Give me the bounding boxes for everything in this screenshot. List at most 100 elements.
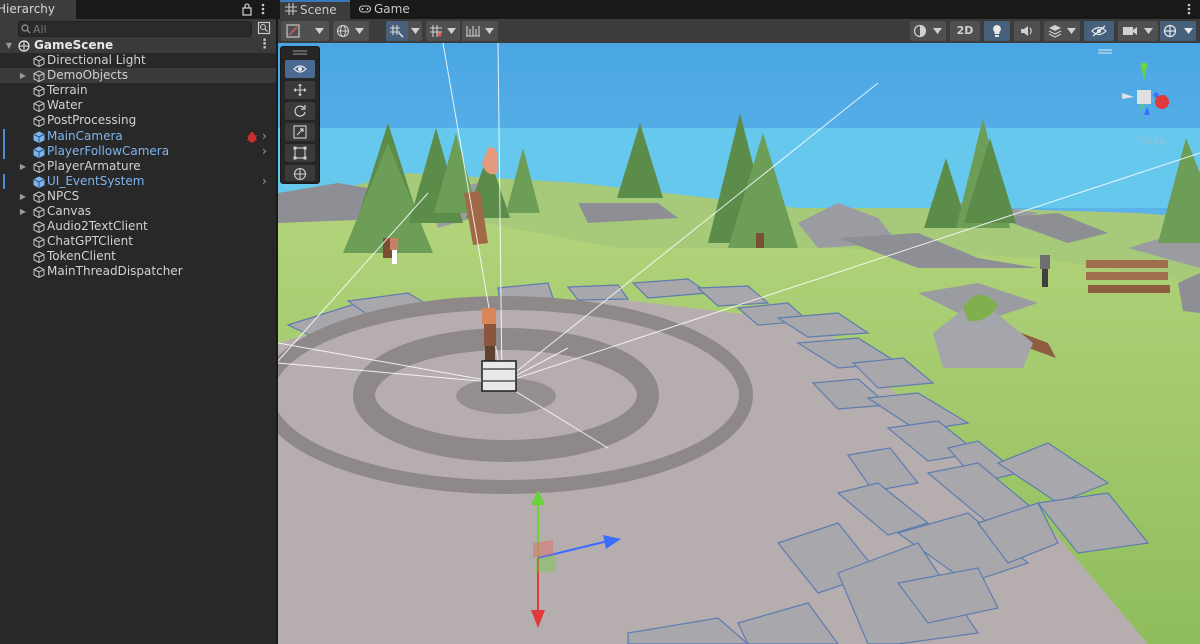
gizmo-icon	[1163, 24, 1177, 38]
expand-arrow-icon[interactable]: ▼	[4, 38, 14, 53]
gameobject-cube-icon	[33, 266, 45, 279]
hierarchy-item-label: DemoObjects	[47, 68, 128, 83]
expand-arrow-icon[interactable]: ▶	[18, 204, 28, 219]
gamepad-icon	[359, 5, 371, 13]
hierarchy-item[interactable]: ChatGPTClient	[0, 234, 276, 249]
hierarchy-search-row	[0, 19, 276, 38]
hierarchy-panel: Hierarchy ▼ GameScene ⋮ Directional Light ▶ D…	[0, 0, 276, 644]
hierarchy-tabbar: Hierarchy	[0, 0, 276, 19]
more-options-icon[interactable]	[258, 2, 268, 16]
override-marker	[3, 173, 5, 189]
gizmos-button[interactable]	[1160, 21, 1196, 41]
hierarchy-item-label: Terrain	[47, 83, 88, 98]
expand-arrow-icon[interactable]: ▶	[18, 189, 28, 204]
hierarchy-search[interactable]	[18, 21, 252, 37]
hierarchy-item-label: PostProcessing	[47, 113, 137, 128]
hierarchy-item-label: Canvas	[47, 204, 92, 219]
hierarchy-item[interactable]: ▶ PlayerArmature	[0, 159, 276, 174]
prefab-cube-icon	[33, 176, 45, 188]
scene-viewport[interactable]: Persp	[278, 43, 1200, 644]
lock-icon[interactable]	[241, 2, 253, 16]
prefab-cube-icon	[33, 131, 45, 143]
hierarchy-item[interactable]: MainCamera ›	[0, 128, 276, 144]
gameobject-cube-icon	[33, 115, 45, 128]
open-prefab-icon[interactable]: ›	[262, 129, 272, 144]
hierarchy-item-label: TokenClient	[47, 249, 116, 264]
hierarchy-item-label: Water	[47, 98, 83, 113]
snap-options-button[interactable]	[408, 21, 422, 41]
gameobject-cube-icon	[33, 85, 45, 98]
chevron-down-icon	[355, 28, 364, 34]
hierarchy-item[interactable]: Audio2TextClient	[0, 219, 276, 234]
hierarchy-item[interactable]: Water	[0, 98, 276, 113]
grid-snap-button[interactable]	[426, 21, 460, 41]
brush-icon	[286, 24, 300, 38]
bench	[1086, 260, 1170, 293]
gameobject-cube-icon	[33, 70, 45, 83]
hierarchy-item[interactable]: MainThreadDispatcher	[0, 264, 276, 279]
transform-tool[interactable]	[285, 165, 315, 181]
filter-icon[interactable]	[257, 21, 271, 35]
expand-arrow-icon[interactable]: ▶	[18, 159, 28, 174]
grid-icon	[285, 3, 297, 15]
grid-icon	[430, 25, 442, 37]
hierarchy-item-label: NPCS	[47, 188, 80, 203]
open-prefab-icon[interactable]: ›	[262, 144, 272, 159]
projection-label[interactable]: Persp	[1136, 134, 1166, 147]
rotate-icon	[294, 105, 306, 117]
chevron-down-icon	[1184, 28, 1193, 34]
2d-toggle[interactable]: 2D	[950, 21, 980, 41]
hierarchy-item[interactable]: TokenClient	[0, 249, 276, 264]
hierarchy-item[interactable]: ▶ Canvas	[0, 204, 276, 219]
scale-tool[interactable]	[285, 123, 315, 141]
global-orientation-button[interactable]	[333, 21, 369, 41]
drag-handle-icon[interactable]	[293, 50, 307, 56]
move-arrows-icon	[293, 83, 307, 97]
increment-snap-button[interactable]	[462, 21, 498, 41]
shading-mode-button[interactable]	[910, 21, 946, 41]
effects-toggle[interactable]	[1044, 21, 1080, 41]
visibility-toggle[interactable]	[1084, 21, 1114, 41]
rotate-tool[interactable]	[285, 102, 315, 120]
camera-settings-button[interactable]	[1118, 21, 1158, 41]
view-tool[interactable]	[285, 60, 315, 78]
open-prefab-icon[interactable]: ›	[262, 174, 272, 189]
hierarchy-item[interactable]: UI_EventSystem ›	[0, 173, 276, 189]
draw-mode-button[interactable]	[281, 21, 329, 41]
hierarchy-item[interactable]: ▶ NPCS	[0, 189, 276, 204]
more-options-icon[interactable]: ⋮	[258, 38, 271, 53]
tab-hierarchy[interactable]: Hierarchy	[0, 0, 76, 19]
more-options-icon[interactable]	[1184, 2, 1194, 16]
hierarchy-item-label: PlayerFollowCamera	[47, 143, 170, 158]
hierarchy-item[interactable]: Terrain	[0, 83, 276, 98]
gameobject-cube-icon	[33, 236, 45, 249]
drag-handle-icon	[1098, 49, 1112, 54]
hierarchy-search-input[interactable]	[33, 22, 243, 36]
grid-snap-icon	[390, 25, 404, 38]
ruler-icon	[466, 26, 480, 37]
expand-arrow-icon[interactable]: ▶	[18, 68, 28, 83]
tab-game[interactable]: Game	[354, 0, 414, 19]
snap-toggle-button[interactable]	[386, 21, 408, 41]
hierarchy-item[interactable]: Directional Light	[0, 53, 276, 68]
gameobject-cube-icon	[33, 221, 45, 234]
gameobject-cube-icon	[33, 161, 45, 173]
hierarchy-item[interactable]: ▶ DemoObjects	[0, 68, 276, 84]
override-marker	[3, 143, 5, 159]
hierarchy-item[interactable]: PlayerFollowCamera ›	[0, 143, 276, 159]
tab-scene[interactable]: Scene	[280, 0, 350, 19]
move-tool[interactable]	[285, 81, 315, 99]
hierarchy-item[interactable]: PostProcessing	[0, 113, 276, 128]
audio-toggle[interactable]	[1014, 21, 1040, 41]
camera-icon	[1123, 27, 1137, 35]
axis-gizmo-icon	[1122, 62, 1169, 115]
tab-scene-label: Scene	[300, 3, 337, 17]
lighting-toggle[interactable]	[984, 21, 1010, 41]
scene-row[interactable]: ▼ GameScene ⋮	[0, 38, 276, 54]
rect-icon	[293, 146, 307, 160]
scene-tabbar: Scene Game	[278, 0, 1200, 19]
orientation-gizmo[interactable]: Persp	[1098, 47, 1196, 151]
chevron-down-icon	[1144, 28, 1153, 34]
rect-tool[interactable]	[285, 144, 315, 162]
chevron-down-icon	[447, 28, 456, 34]
